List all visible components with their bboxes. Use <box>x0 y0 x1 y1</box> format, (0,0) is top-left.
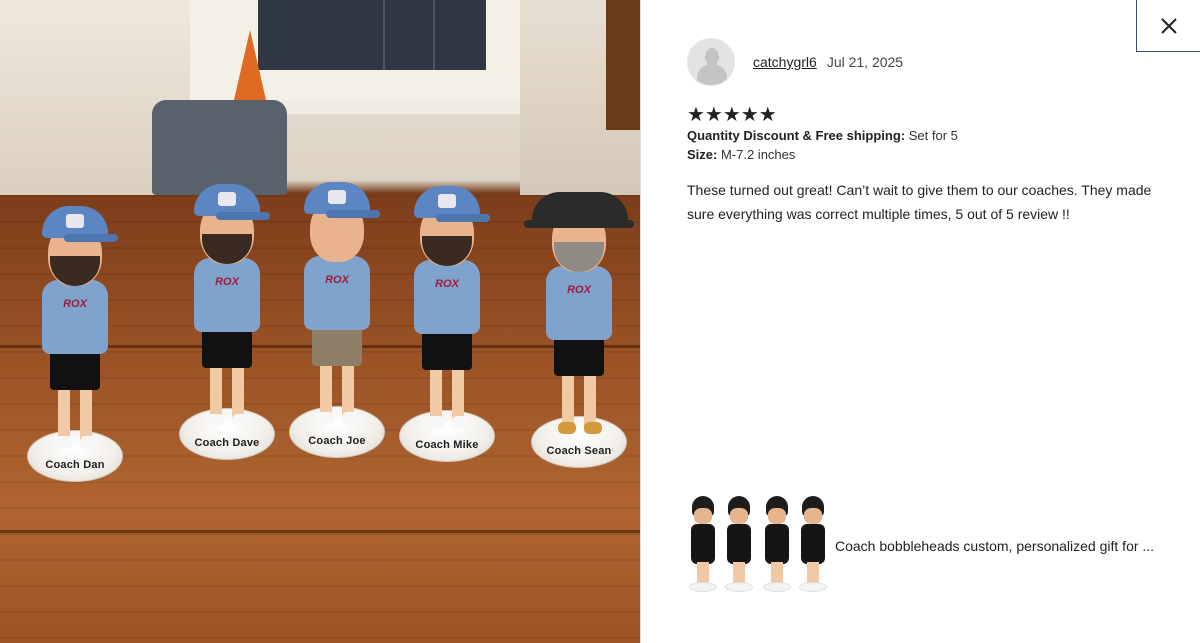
review-photo: Coach Dan ROX Coach Dave ROX Coach Joe R… <box>0 0 640 643</box>
variation-size: Size: M-7.2 inches <box>687 147 795 162</box>
bobblehead-figurine: Coach Sean ROX <box>524 168 634 468</box>
figurine-name-label: Coach Dan <box>45 459 105 471</box>
variation-label: Quantity Discount & Free shipping: <box>687 128 906 143</box>
product-link[interactable]: Coach bobbleheads custom, personalized g… <box>687 488 1185 604</box>
bobblehead-figurine: Coach Dan ROX <box>20 182 130 482</box>
shirt-logo-text: ROX <box>567 284 591 296</box>
variation-value: M-7.2 inches <box>720 147 796 162</box>
review-panel: catchygrl6 Jul 21, 2025 ★★★★★ Quantity D… <box>640 0 1200 643</box>
variation-label: Size: <box>687 147 718 162</box>
review-date: Jul 21, 2025 <box>826 54 904 70</box>
reviewer-name-link[interactable]: catchygrl6 <box>753 54 817 70</box>
star-rating: ★★★★★ <box>687 104 777 126</box>
reviewer-header: catchygrl6 Jul 21, 2025 <box>687 38 903 86</box>
traffic-cone <box>234 30 266 100</box>
product-title[interactable]: Coach bobbleheads custom, personalized g… <box>835 538 1185 554</box>
close-button[interactable] <box>1136 0 1200 52</box>
variation-value: Set for 5 <box>908 128 958 143</box>
shirt-logo-text: ROX <box>215 276 239 288</box>
bobblehead-figurine: Coach Joe ROX <box>282 158 392 458</box>
bobblehead-figurine: Coach Mike ROX <box>392 162 502 462</box>
shirt-logo-text: ROX <box>325 274 349 286</box>
product-thumbnail[interactable] <box>687 488 829 604</box>
avatar <box>687 38 735 86</box>
figurine-name-label: Coach Dave <box>194 437 260 449</box>
figurine-name-label: Coach Mike <box>415 439 479 451</box>
close-icon <box>1160 17 1177 34</box>
shirt-logo-text: ROX <box>63 298 87 310</box>
variation-quantity: Quantity Discount & Free shipping: Set f… <box>687 128 958 143</box>
shirt-logo-text: ROX <box>435 278 459 290</box>
review-text: These turned out great! Can’t wait to gi… <box>687 182 1152 222</box>
bobblehead-figurine: Coach Dave ROX <box>172 160 282 460</box>
figurine-name-label: Coach Joe <box>308 435 366 447</box>
figurine-name-label: Coach Sean <box>546 445 612 457</box>
